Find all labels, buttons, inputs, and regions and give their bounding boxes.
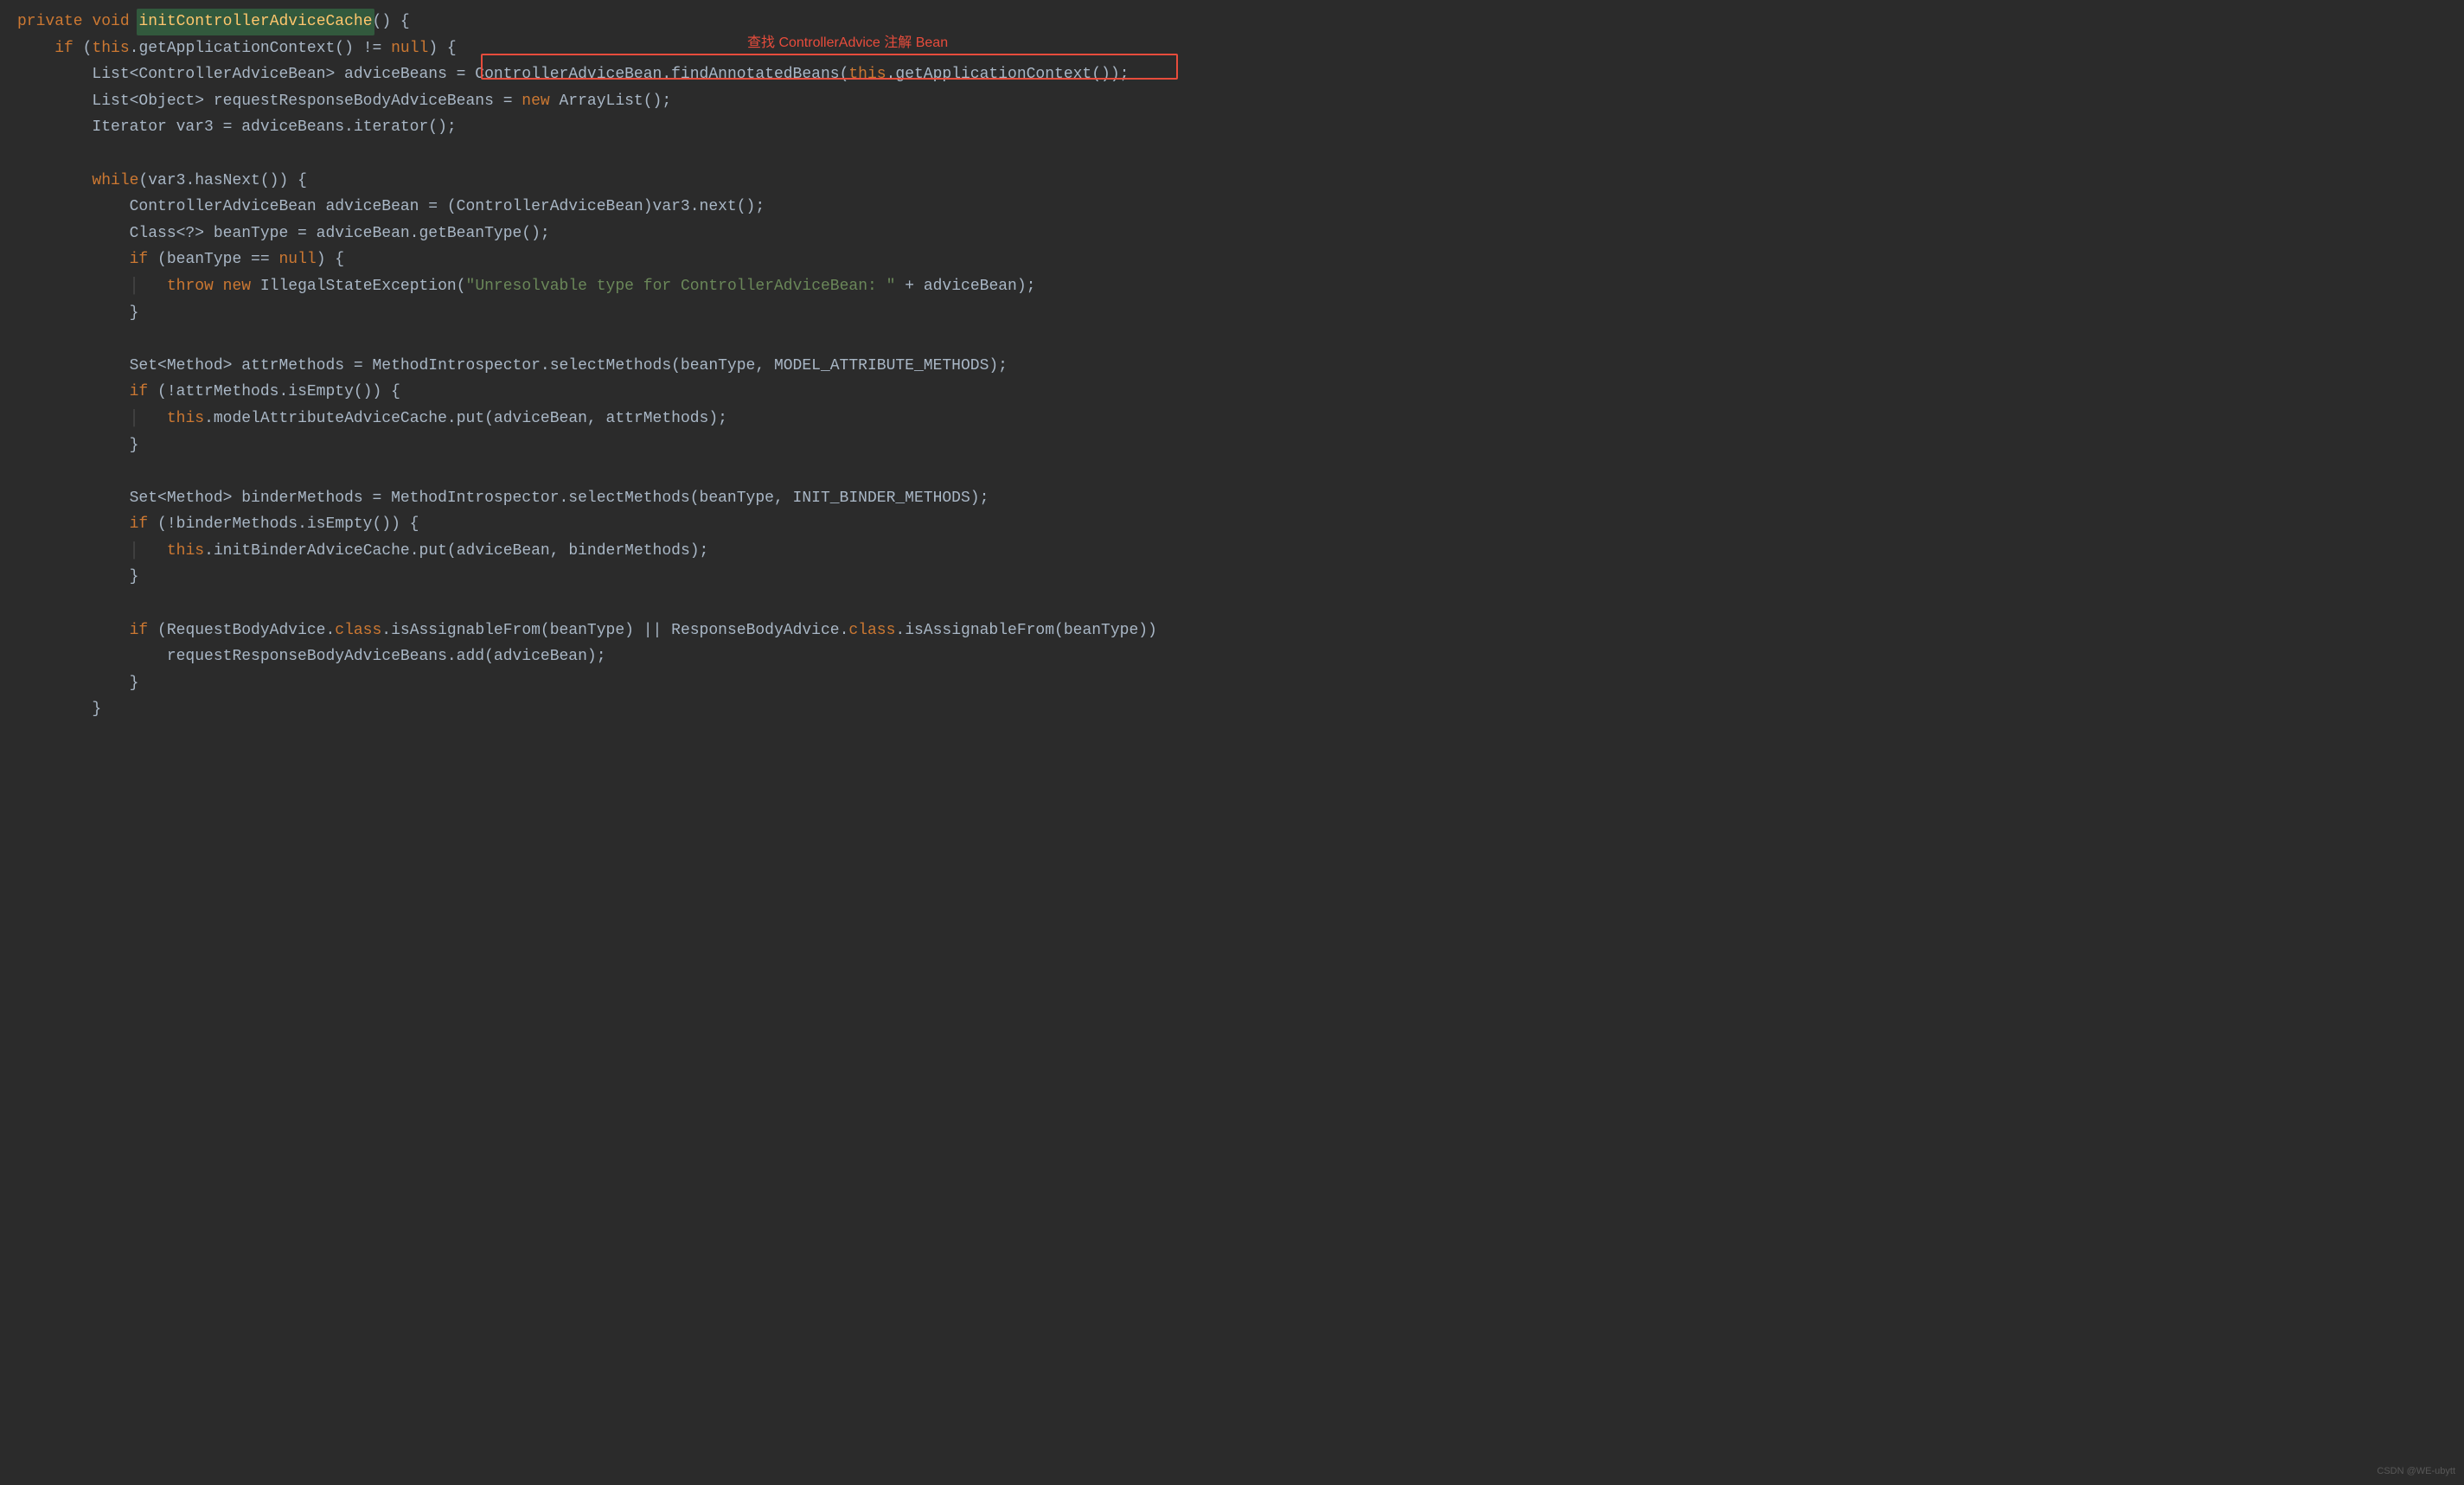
text: (!attrMethods.isEmpty()) { [148,383,400,400]
method-name: initControllerAdviceCache [138,13,372,30]
text [17,542,130,560]
kw-new: new [522,93,549,110]
text: Class<?> beanType = adviceBean.getBeanTy… [17,225,550,242]
text [17,251,130,268]
text: .getApplicationContext()); [886,66,1130,83]
kw-if: if [130,251,149,268]
text: } [17,701,101,718]
text: } [17,304,138,322]
text: List<Object> requestResponseBodyAdviceBe… [17,93,522,110]
kw-this: this [167,542,204,560]
kw-null: null [278,251,316,268]
kw-if: if [130,515,149,533]
text [17,40,54,57]
text: (beanType == [148,251,278,268]
text: .isAssignableFrom(beanType) || ResponseB… [381,622,848,639]
text: (!binderMethods.isEmpty()) { [148,515,419,533]
text: List<ControllerAdviceBean> adviceBeans = [17,66,475,83]
text: + adviceBean); [895,278,1035,295]
text: .initBinderAdviceCache.put(adviceBean, b… [204,542,708,560]
text: .modelAttributeAdviceCache.put(adviceBea… [204,410,727,427]
kw-this: this [848,66,886,83]
text: ) { [428,40,456,57]
text: ArrayList(); [550,93,671,110]
code-block: private void initControllerAdviceCache()… [17,9,2464,723]
text: .getApplicationContext() != [130,40,391,57]
kw-while: while [92,172,138,189]
kw-this: this [92,40,129,57]
text: .isAssignableFrom(beanType)) [895,622,1156,639]
text: Set<Method> attrMethods = MethodIntrospe… [17,357,1008,374]
indent-guide: │ [130,278,167,295]
kw-class: class [335,622,381,639]
text: IllegalStateException( [251,278,465,295]
text [17,410,130,427]
kw-if: if [130,622,149,639]
text: } [17,675,138,692]
text: Iterator var3 = adviceBeans.iterator(); [17,118,457,136]
text [17,278,130,295]
text [17,383,130,400]
text: ControllerAdviceBean adviceBean = (Contr… [17,198,765,215]
string-literal: "Unresolvable type for ControllerAdviceB… [466,278,896,295]
text: Set<Method> binderMethods = MethodIntros… [17,490,989,507]
indent-guide: │ [130,542,167,560]
indent-guide: │ [130,410,167,427]
text: () { [373,13,410,30]
text [17,172,92,189]
text: ( [74,40,93,57]
kw-if: if [54,40,74,57]
text: ) { [317,251,344,268]
kw-class: class [848,622,895,639]
boxed-expr: ControllerAdviceBean.findAnnotatedBeans( [475,66,848,83]
text: } [17,568,138,586]
text [17,515,130,533]
text: (var3.hasNext()) { [138,172,306,189]
text: requestResponseBodyAdviceBeans.add(advic… [17,648,606,665]
kw-throw: throw [167,278,214,295]
kw-if: if [130,383,149,400]
kw-new: new [223,278,251,295]
kw-null: null [391,40,428,57]
kw-private: private [17,13,83,30]
watermark: CSDN @WE-ubytt [2377,1463,2455,1480]
text [17,622,130,639]
kw-void: void [92,13,129,30]
kw-this: this [167,410,204,427]
text: (RequestBodyAdvice. [148,622,335,639]
text: } [17,437,138,454]
